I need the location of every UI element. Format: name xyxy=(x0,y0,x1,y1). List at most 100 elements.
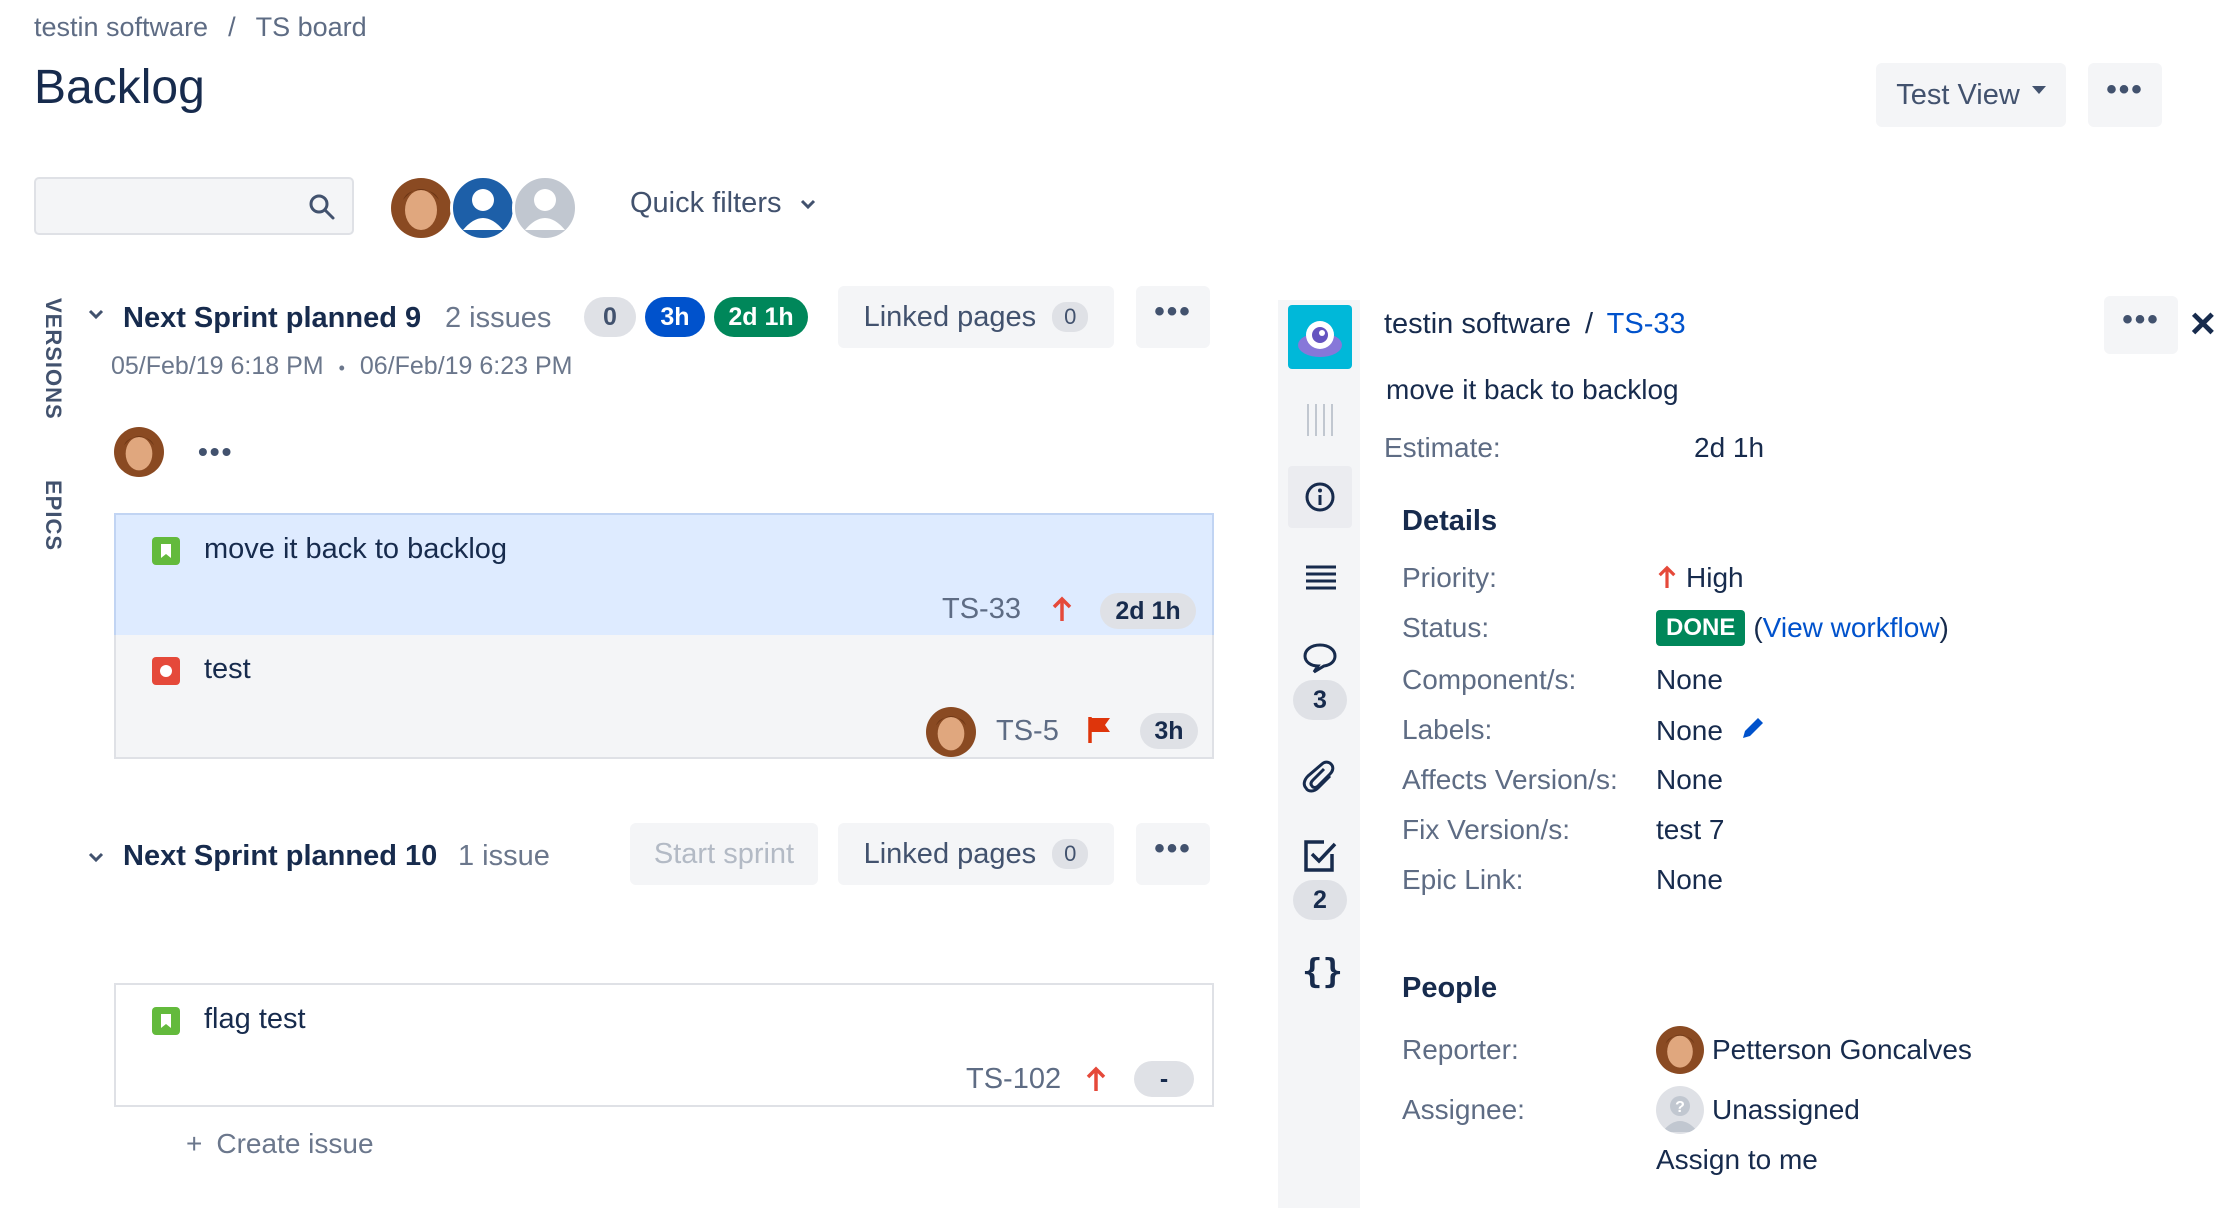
attachment-icon[interactable] xyxy=(1302,760,1338,796)
sprint-collapse-chevron-icon[interactable] xyxy=(86,308,106,322)
workflow-open-paren: ( xyxy=(1753,612,1763,643)
start-sprint-button[interactable]: Start sprint xyxy=(630,823,818,885)
view-selector-button[interactable]: Test View xyxy=(1876,63,2066,127)
chevron-down-icon xyxy=(800,199,815,210)
detail-issue-key-link[interactable]: TS-33 xyxy=(1607,308,1686,340)
sprint-collapse-chevron-icon[interactable] xyxy=(86,851,106,865)
estimate-value[interactable]: 2d 1h xyxy=(1694,432,1764,464)
issue-estimate-badge: - xyxy=(1134,1061,1194,1097)
view-selector-label: Test View xyxy=(1896,78,2020,111)
person-photo-icon xyxy=(114,427,164,477)
user-avatar-filter-2[interactable] xyxy=(450,175,516,241)
assignee-name[interactable]: Unassigned xyxy=(1712,1094,1860,1126)
drag-handle-icon[interactable] xyxy=(1302,402,1338,438)
done-estimate-lozenge: 2d 1h xyxy=(714,297,808,337)
sprint-end-date: 06/Feb/19 6:23 PM xyxy=(359,352,573,380)
page-title: Backlog xyxy=(34,61,205,114)
priority-text: High xyxy=(1686,562,1744,593)
issue-card[interactable]: test TS-5 3h xyxy=(114,635,1214,759)
comments-count-badge: 3 xyxy=(1293,680,1347,720)
affects-versions-value[interactable]: None xyxy=(1656,764,1723,796)
detail-more-button[interactable]: ••• xyxy=(2104,296,2178,354)
versions-tab[interactable]: VERSIONS xyxy=(40,298,66,420)
sprint-issue-count: 1 issue xyxy=(458,840,550,872)
priority-high-icon xyxy=(1052,596,1072,621)
assign-to-me-link[interactable]: Assign to me xyxy=(1656,1144,1818,1176)
details-tab[interactable] xyxy=(1288,466,1352,528)
issue-key[interactable]: TS-102 xyxy=(966,1063,1061,1096)
assignee-label: Assignee: xyxy=(1402,1094,1525,1125)
code-icon[interactable]: {} xyxy=(1302,952,1343,992)
linked-pages-button[interactable]: Linked pages 0 xyxy=(838,286,1114,348)
labels-value[interactable]: None xyxy=(1656,714,1767,747)
status-value: DONE (View workflow) xyxy=(1656,610,1949,646)
sprint-name[interactable]: Next Sprint planned 9 xyxy=(123,302,421,335)
epic-link-value[interactable]: None xyxy=(1656,864,1723,896)
status-lozenge[interactable]: DONE xyxy=(1656,610,1746,646)
user-avatar-filter[interactable] xyxy=(388,175,454,241)
issue-assignee-avatar[interactable] xyxy=(926,707,976,757)
sprint-user-avatar[interactable] xyxy=(114,427,164,477)
epics-tab[interactable]: EPICS xyxy=(40,480,66,551)
sprint-more-button[interactable]: ••• xyxy=(1136,286,1210,348)
flag-icon xyxy=(1088,717,1110,743)
user-icon xyxy=(463,189,503,230)
quick-filters-dropdown[interactable]: Quick filters xyxy=(630,187,818,220)
components-label: Component/s: xyxy=(1402,664,1577,695)
issue-summary: test xyxy=(204,653,251,685)
search-text-field[interactable] xyxy=(46,187,310,227)
issue-summary: flag test xyxy=(204,1003,306,1035)
search-icon xyxy=(309,194,335,220)
linked-pages-label: Linked pages xyxy=(863,300,1037,333)
sprint-user-more-button[interactable]: ••• xyxy=(198,436,233,468)
search-input[interactable] xyxy=(34,177,354,235)
sprint-start-date: 05/Feb/19 6:18 PM xyxy=(111,352,324,380)
reporter-name[interactable]: Petterson Goncalves xyxy=(1712,1034,1972,1066)
linked-pages-button[interactable]: Linked pages 0 xyxy=(838,823,1114,885)
issue-key[interactable]: TS-5 xyxy=(996,715,1059,748)
comment-icon[interactable] xyxy=(1302,642,1338,674)
bug-icon xyxy=(152,657,180,685)
story-icon xyxy=(152,537,180,565)
header-more-button[interactable]: ••• xyxy=(2088,63,2162,127)
close-icon[interactable]: × xyxy=(2190,302,2216,346)
create-issue-button[interactable]: + Create issue xyxy=(186,1128,374,1160)
user-avatar-filter-3[interactable] xyxy=(512,175,578,241)
priority-value[interactable]: High xyxy=(1656,562,1744,594)
workflow-close-paren: ) xyxy=(1939,612,1949,643)
issue-card[interactable]: move it back to backlog TS-33 2d 1h xyxy=(114,513,1214,637)
view-workflow-link[interactable]: View workflow xyxy=(1763,612,1940,644)
breadcrumb-board-link[interactable]: TS board xyxy=(256,12,367,42)
quick-filters-label: Quick filters xyxy=(630,187,782,219)
sprint-dates: 05/Feb/19 6:18 PM • 06/Feb/19 6:23 PM xyxy=(111,352,573,381)
detail-breadcrumb-separator: / xyxy=(1585,308,1594,340)
status-label: Status: xyxy=(1402,612,1490,643)
fix-versions-link[interactable]: test 7 xyxy=(1656,814,1724,846)
breadcrumb: testin software / TS board xyxy=(34,12,367,43)
components-value[interactable]: None xyxy=(1656,664,1723,696)
sprint-name[interactable]: Next Sprint planned 10 xyxy=(123,840,437,873)
sprint-issue-count: 2 issues xyxy=(445,302,552,334)
issue-key[interactable]: TS-33 xyxy=(942,593,1021,626)
priority-high-icon xyxy=(1086,1066,1106,1091)
priority-label: Priority: xyxy=(1402,562,1497,593)
sprint-more-button[interactable]: ••• xyxy=(1136,823,1210,885)
checkbox-icon[interactable] xyxy=(1302,838,1338,874)
info-icon xyxy=(1305,482,1335,512)
description-icon[interactable] xyxy=(1304,563,1338,593)
user-icon xyxy=(525,189,565,230)
caret-down-icon xyxy=(2031,86,2046,94)
person-photo-icon xyxy=(391,178,451,238)
priority-high-icon xyxy=(1658,565,1676,588)
subtasks-count-badge: 2 xyxy=(1293,880,1347,920)
epic-link-label: Epic Link: xyxy=(1402,864,1524,895)
detail-summary[interactable]: move it back to backlog xyxy=(1386,374,1679,406)
pencil-icon[interactable] xyxy=(1739,714,1767,742)
todo-estimate-lozenge: 0 xyxy=(584,297,636,337)
breadcrumb-project-link[interactable]: testin software xyxy=(34,12,208,42)
detail-project-link[interactable]: testin software xyxy=(1384,308,1571,340)
linked-pages-count: 0 xyxy=(1052,839,1089,869)
issue-card[interactable]: flag test TS-102 - xyxy=(114,983,1214,1107)
in-progress-estimate-lozenge: 3h xyxy=(645,297,705,337)
person-photo-icon xyxy=(926,707,976,757)
